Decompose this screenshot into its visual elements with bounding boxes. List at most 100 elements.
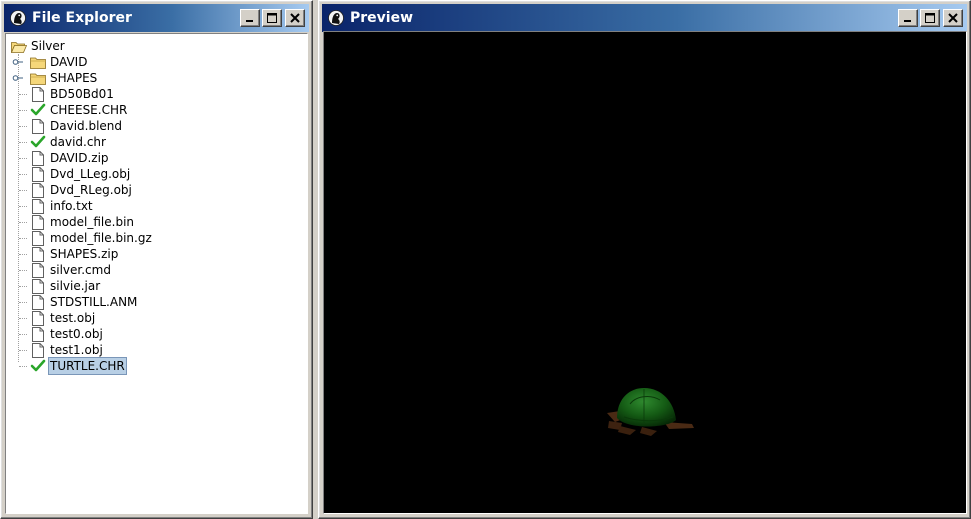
turtle-shape (607, 388, 694, 436)
file-icon (29, 310, 47, 326)
file-tree-panel[interactable]: Silver DAVID SHAPES BD50Bd01 CHEESE.CHR … (5, 33, 308, 514)
app-logo-icon (327, 9, 345, 27)
close-icon (290, 13, 300, 23)
folder-icon (29, 54, 47, 70)
file-icon (29, 198, 47, 214)
maximize-button[interactable] (920, 9, 940, 27)
file-label: David.blend (50, 119, 123, 133)
maximize-button[interactable] (262, 9, 282, 27)
file-explorer-window: File Explorer Silver DAVID SHAPES BD50Bd… (0, 0, 313, 519)
minimize-icon (246, 20, 253, 22)
file-label: test.obj (50, 311, 96, 325)
file-icon (29, 342, 47, 358)
preview-title: Preview (350, 10, 414, 26)
file-label: silvie.jar (50, 279, 101, 293)
file-icon (29, 294, 47, 310)
tree-branch-line (19, 334, 27, 335)
app-logo-icon (9, 9, 27, 27)
file-label: david.chr (50, 135, 106, 149)
file-icon (29, 262, 47, 278)
tree-file-item[interactable]: info.txt (6, 198, 307, 214)
file-icon (29, 246, 47, 262)
explorer-title: File Explorer (32, 10, 132, 26)
tree-file-item[interactable]: silver.cmd (6, 262, 307, 278)
tree-file-item[interactable]: STDSTILL.ANM (6, 294, 307, 310)
folder-icon (29, 70, 47, 86)
file-label: SHAPES.zip (50, 247, 119, 261)
file-icon (29, 150, 47, 166)
open-folder-icon (10, 38, 28, 54)
tree-file-item[interactable]: DAVID.zip (6, 150, 307, 166)
tree-file-item[interactable]: test0.obj (6, 326, 307, 342)
tree-branch-line (19, 110, 27, 111)
tree-branch-line (19, 158, 27, 159)
minimize-icon (904, 20, 911, 22)
tree-branch-line (19, 190, 27, 191)
checkmark-icon (29, 134, 47, 150)
file-label: test0.obj (50, 327, 103, 341)
file-icon (29, 326, 47, 342)
tree-file-item[interactable]: BD50Bd01 (6, 86, 307, 102)
file-icon (29, 278, 47, 294)
tree-file-item[interactable]: test.obj (6, 310, 307, 326)
tree-file-item[interactable]: david.chr (6, 134, 307, 150)
preview-window: Preview (318, 0, 971, 519)
file-icon (29, 230, 47, 246)
file-label: STDSTILL.ANM (50, 295, 138, 309)
tree-branch-line (19, 286, 27, 287)
tree-branch-line (19, 302, 27, 303)
tree-file-item[interactable]: CHEESE.CHR (6, 102, 307, 118)
tree-branch-line (19, 126, 27, 127)
maximize-icon (925, 13, 935, 23)
tree-file-item[interactable]: Dvd_LLeg.obj (6, 166, 307, 182)
tree-file-item[interactable]: TURTLE.CHR (6, 357, 307, 375)
tree-folder-shapes[interactable]: SHAPES (6, 70, 307, 86)
tree-file-item[interactable]: model_file.bin.gz (6, 230, 307, 246)
tree-branch-line (19, 350, 27, 351)
root-folder-label: Silver (31, 39, 65, 53)
tree-file-item[interactable]: model_file.bin (6, 214, 307, 230)
file-label: model_file.bin (50, 215, 135, 229)
tree-branch-line (19, 318, 27, 319)
tree-folder-david[interactable]: DAVID (6, 54, 307, 70)
tree-file-item[interactable]: David.blend (6, 118, 307, 134)
file-icon (29, 214, 47, 230)
tree-branch-line (19, 238, 27, 239)
file-icon (29, 182, 47, 198)
turtle-model-render (607, 388, 694, 436)
tree-branch-line (19, 174, 27, 175)
expand-handle-icon[interactable] (11, 70, 25, 86)
preview-viewport[interactable] (323, 31, 967, 514)
folder-label: SHAPES (50, 71, 98, 85)
file-icon (29, 166, 47, 182)
tree-branch-line (19, 94, 27, 95)
file-label: BD50Bd01 (50, 87, 114, 101)
tree-branch-line (19, 206, 27, 207)
file-label: Dvd_RLeg.obj (50, 183, 132, 197)
tree-branch-line (19, 366, 27, 367)
tree-file-item[interactable]: SHAPES.zip (6, 246, 307, 262)
file-label: model_file.bin.gz (50, 231, 152, 245)
expand-handle-icon[interactable] (11, 54, 25, 70)
minimize-button[interactable] (898, 9, 918, 27)
tree-file-item[interactable]: silvie.jar (6, 278, 307, 294)
checkmark-icon (29, 358, 47, 374)
tree-branch-line (19, 142, 27, 143)
close-button[interactable] (285, 9, 305, 27)
file-tree: Silver DAVID SHAPES BD50Bd01 CHEESE.CHR … (6, 34, 307, 375)
file-icon (29, 118, 47, 134)
preview-title-bar[interactable]: Preview (322, 4, 967, 32)
selected-file-label: TURTLE.CHR (48, 357, 127, 375)
tree-root[interactable]: Silver (6, 38, 307, 54)
file-label: Dvd_LLeg.obj (50, 167, 131, 181)
explorer-title-bar[interactable]: File Explorer (4, 4, 309, 32)
maximize-icon (267, 13, 277, 23)
minimize-button[interactable] (240, 9, 260, 27)
close-button[interactable] (943, 9, 963, 27)
file-label: CHEESE.CHR (50, 103, 128, 117)
tree-file-item[interactable]: Dvd_RLeg.obj (6, 182, 307, 198)
file-icon (29, 86, 47, 102)
close-icon (948, 13, 958, 23)
tree-file-item[interactable]: test1.obj (6, 342, 307, 358)
checkmark-icon (29, 102, 47, 118)
